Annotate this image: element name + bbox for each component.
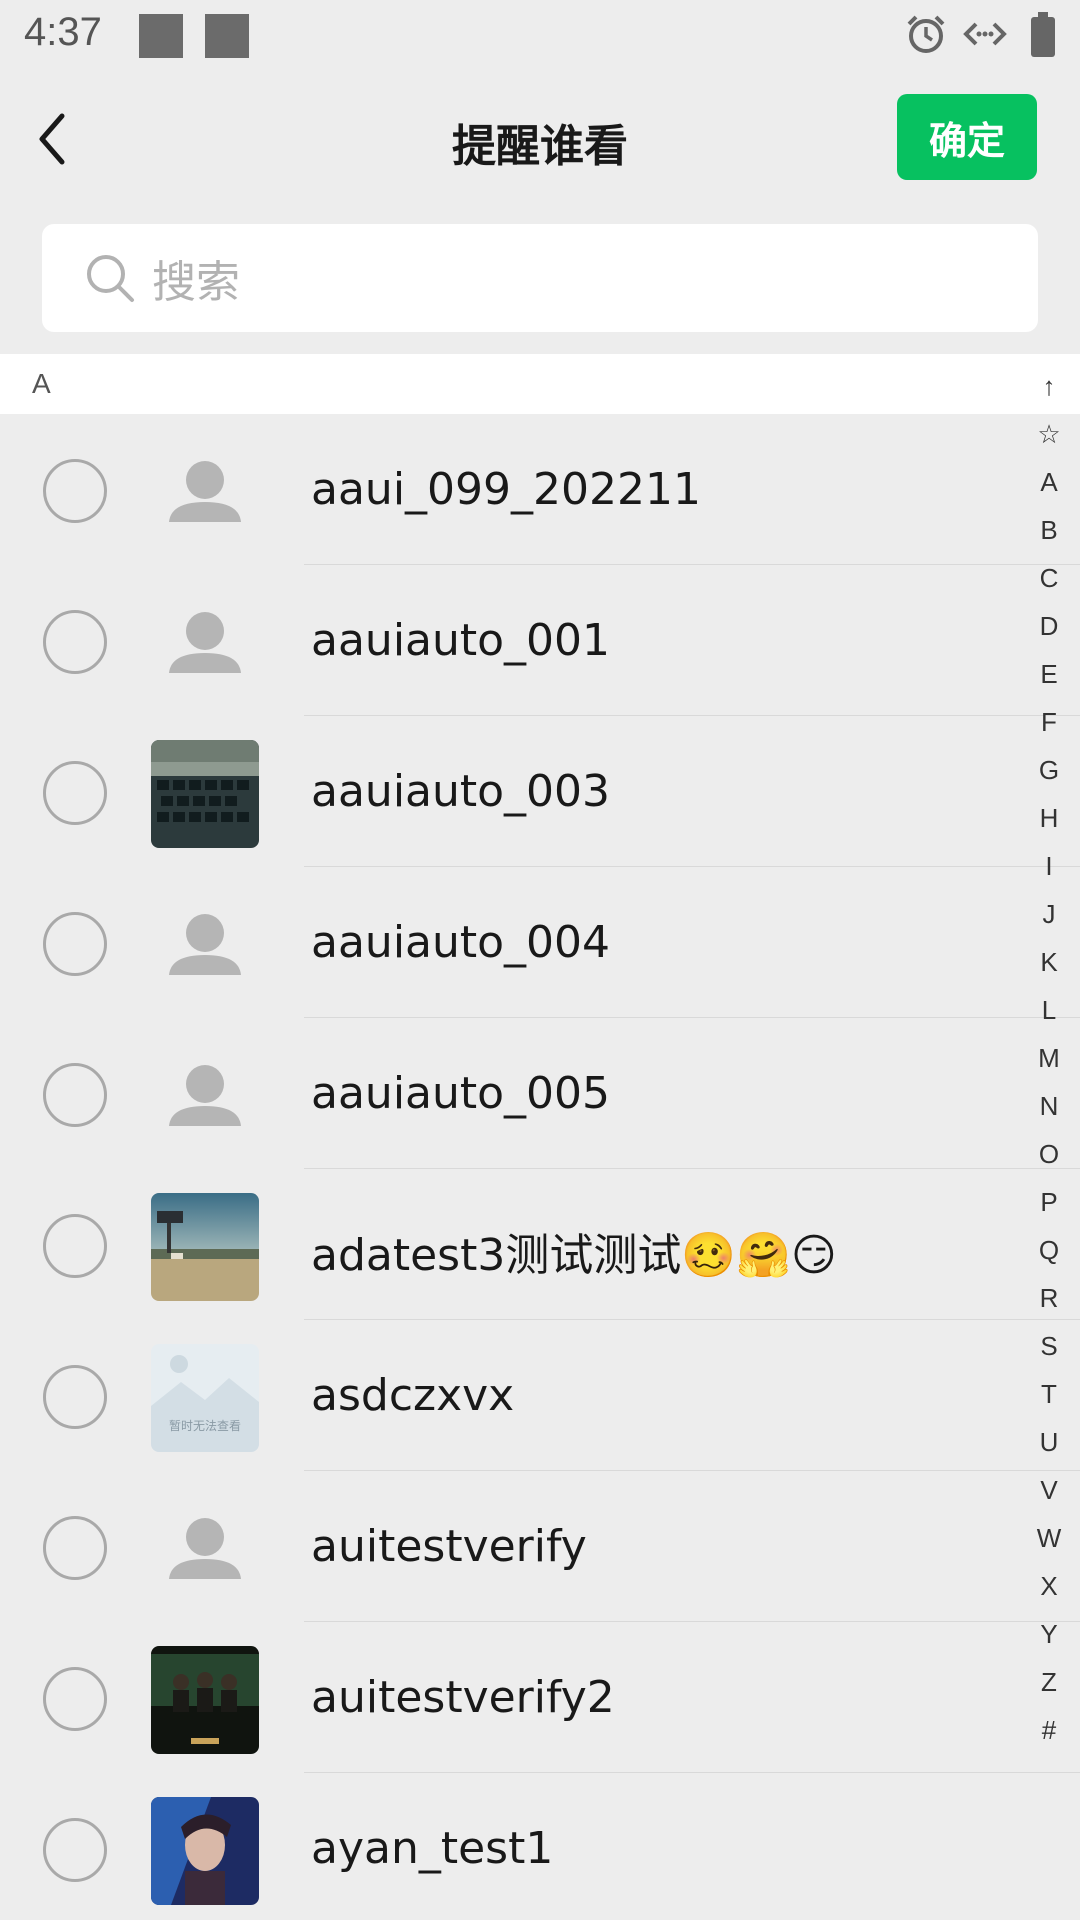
index-item[interactable]: S [1028, 1322, 1070, 1370]
index-item[interactable]: H [1028, 794, 1070, 842]
select-radio[interactable] [43, 1818, 107, 1882]
index-item[interactable]: K [1028, 938, 1070, 986]
contact-row[interactable]: 暂时无法查看 asdczxvx [0, 1320, 1080, 1471]
contact-list: aaui_099_202211 aauiauto_001 aauiauto_00… [0, 414, 1080, 1920]
index-item[interactable]: # [1028, 1706, 1070, 1754]
contact-row[interactable]: aauiauto_003 [0, 716, 1080, 867]
index-item[interactable]: ↑ [1028, 362, 1070, 410]
index-item[interactable]: L [1028, 986, 1070, 1034]
notification-icon [205, 14, 249, 58]
contact-row[interactable]: aauiauto_005 [0, 1018, 1080, 1169]
confirm-button[interactable]: 确定 [897, 94, 1037, 180]
contact-name: aauiauto_005 [311, 1068, 611, 1119]
index-item[interactable]: A [1028, 458, 1070, 506]
contact-name: asdczxvx [311, 1370, 515, 1421]
index-item[interactable]: Q [1028, 1226, 1070, 1274]
search-input[interactable]: 搜索 [42, 224, 1038, 332]
nav-bar: 提醒谁看 确定 [0, 76, 1080, 202]
photo-landscape-avatar [151, 1193, 259, 1301]
contact-name: auitestverify2 [311, 1672, 615, 1723]
section-header: A [0, 354, 1080, 414]
select-radio[interactable] [43, 761, 107, 825]
index-item[interactable]: C [1028, 554, 1070, 602]
select-radio[interactable] [43, 912, 107, 976]
select-radio[interactable] [43, 1063, 107, 1127]
select-radio[interactable] [43, 610, 107, 674]
contact-row[interactable]: aauiauto_001 [0, 565, 1080, 716]
index-item[interactable]: M [1028, 1034, 1070, 1082]
svg-text:暂时无法查看: 暂时无法查看 [169, 1419, 241, 1433]
select-radio[interactable] [43, 459, 107, 523]
search-icon [87, 255, 134, 302]
section-letter: A [32, 368, 51, 399]
index-item[interactable]: X [1028, 1562, 1070, 1610]
index-item[interactable]: Z [1028, 1658, 1070, 1706]
index-item[interactable]: N [1028, 1082, 1070, 1130]
contact-name: adatest3测试测试🥴🤗😏 [311, 1230, 837, 1281]
contact-name: aaui_099_202211 [311, 464, 701, 515]
contact-row[interactable]: auitestverify [0, 1471, 1080, 1622]
index-item[interactable]: F [1028, 698, 1070, 746]
index-item[interactable]: V [1028, 1466, 1070, 1514]
contact-row[interactable]: adatest3测试测试🥴🤗😏 [0, 1169, 1080, 1320]
contact-row[interactable]: auitestverify2 [0, 1622, 1080, 1773]
index-item[interactable]: J [1028, 890, 1070, 938]
search-placeholder: 搜索 [152, 257, 240, 308]
select-radio[interactable] [43, 1667, 107, 1731]
select-radio[interactable] [43, 1516, 107, 1580]
index-item[interactable]: ☆ [1028, 410, 1070, 458]
select-radio[interactable] [43, 1365, 107, 1429]
index-item[interactable]: W [1028, 1514, 1070, 1562]
status-bar: 4:37 [0, 0, 1080, 76]
index-item[interactable]: O [1028, 1130, 1070, 1178]
default-person-avatar [151, 891, 259, 999]
index-item[interactable]: R [1028, 1274, 1070, 1322]
contact-name: auitestverify [311, 1521, 587, 1572]
contact-name: ayan_test1 [311, 1823, 554, 1874]
battery-icon [1031, 12, 1055, 57]
select-radio[interactable] [43, 1214, 107, 1278]
contact-name: aauiauto_003 [311, 766, 611, 817]
contact-row[interactable]: aauiauto_004 [0, 867, 1080, 1018]
default-person-avatar [151, 1495, 259, 1603]
image-placeholder-avatar: 暂时无法查看 [151, 1344, 259, 1452]
default-person-avatar [151, 438, 259, 546]
default-person-avatar [151, 1042, 259, 1150]
notification-icon [139, 14, 183, 58]
status-time: 4:37 [24, 10, 102, 54]
default-person-avatar [151, 589, 259, 697]
alarm-icon [907, 15, 945, 53]
alphabet-index-bar[interactable]: ↑ ☆ A B C D E F G H I J K L M N O P Q R S T U V W X Y Z # [1028, 362, 1070, 1754]
index-item[interactable]: P [1028, 1178, 1070, 1226]
index-item[interactable]: Y [1028, 1610, 1070, 1658]
contact-row[interactable]: ayan_test1 [0, 1773, 1080, 1920]
contact-name: aauiauto_001 [311, 615, 611, 666]
data-transfer-icon [963, 22, 1007, 46]
contact-row[interactable]: aaui_099_202211 [0, 414, 1080, 565]
index-item[interactable]: E [1028, 650, 1070, 698]
index-item[interactable]: I [1028, 842, 1070, 890]
index-item[interactable]: B [1028, 506, 1070, 554]
photo-keyboard-avatar [151, 740, 259, 848]
index-item[interactable]: T [1028, 1370, 1070, 1418]
index-item[interactable]: G [1028, 746, 1070, 794]
photo-group-avatar [151, 1646, 259, 1754]
index-item[interactable]: U [1028, 1418, 1070, 1466]
contact-name: aauiauto_004 [311, 917, 611, 968]
index-item[interactable]: D [1028, 602, 1070, 650]
photo-portrait-avatar [151, 1797, 259, 1905]
